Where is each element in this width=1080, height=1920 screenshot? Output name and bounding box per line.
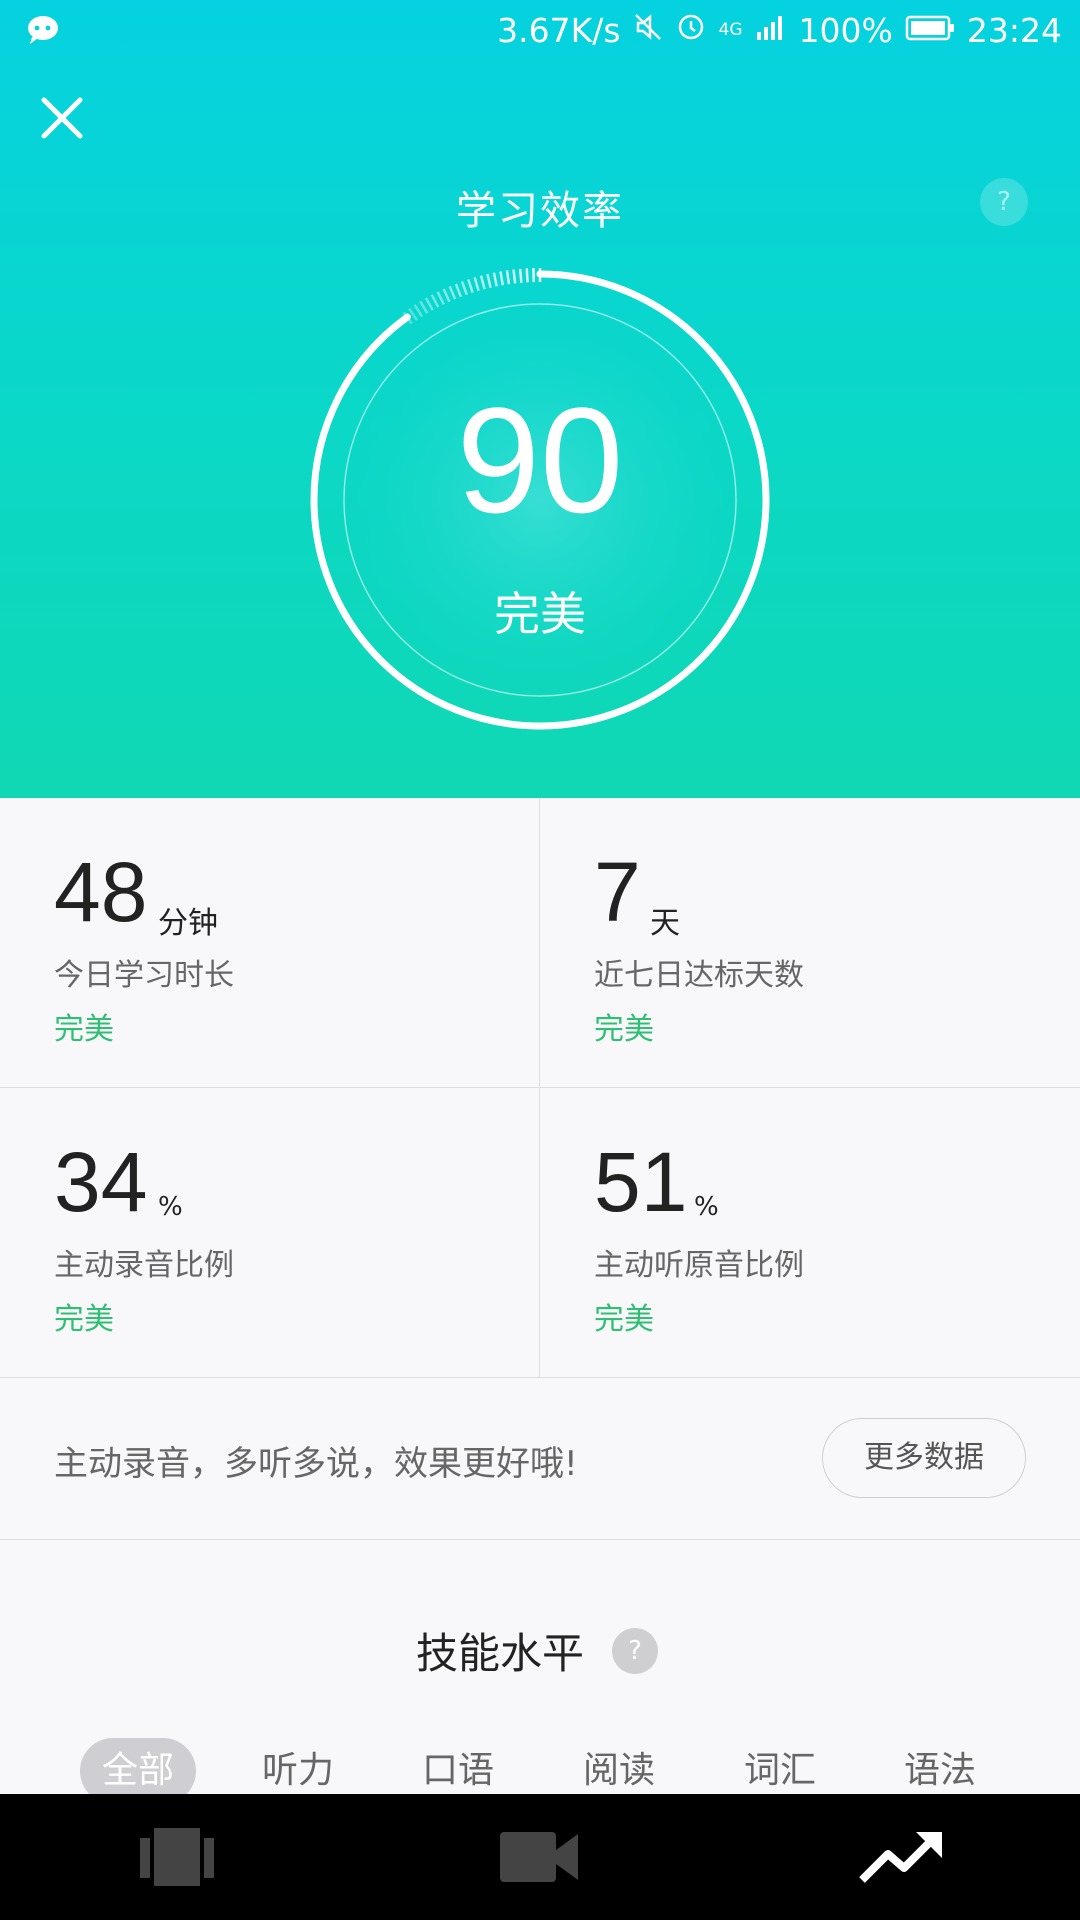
divider [0, 1539, 1080, 1540]
stat-rating: 完美 [54, 1302, 114, 1337]
alarm-icon [675, 10, 707, 50]
gauge-tick [492, 272, 498, 287]
wechat-icon [26, 14, 62, 53]
skills-help-icon[interactable]: ? [612, 1628, 658, 1674]
gauge-tick [419, 300, 429, 314]
stat-label: 今日学习时长 [54, 958, 234, 993]
stat-value: 51 [594, 1135, 688, 1229]
cards-icon[interactable] [134, 1824, 224, 1890]
video-icon[interactable] [496, 1824, 586, 1890]
stat-rating: 完美 [594, 1302, 654, 1337]
gauge-tick [525, 268, 529, 283]
tip-text: 主动录音，多听多说，效果更好哦! [54, 1444, 578, 1484]
gauge-tick [499, 271, 505, 286]
stat-rating: 完美 [594, 1012, 654, 1047]
stat-listen-ratio[interactable]: 51 % 主动听原音比例 完美 [540, 1088, 1080, 1378]
stat-study-time[interactable]: 48 分钟 今日学习时长 完美 [0, 798, 540, 1088]
stat-label: 近七日达标天数 [594, 958, 804, 993]
divider [539, 798, 540, 1378]
gauge-tick [424, 297, 434, 311]
more-data-button[interactable]: 更多数据 [822, 1418, 1026, 1498]
gauge-tick [442, 288, 451, 303]
network-type: 4G [718, 20, 743, 40]
stat-unit: 分钟 [158, 906, 218, 941]
efficiency-score: 90 [456, 376, 624, 544]
stat-unit: % [158, 1192, 183, 1222]
stat-value: 48 [54, 845, 148, 939]
status-bar: 3.67K/s 4G 100% 23:24 [0, 0, 1080, 64]
tip-row: 主动录音，多听多说，效果更好哦! 更多数据 [0, 1378, 1080, 1540]
network-speed: 3.67K/s [497, 10, 621, 50]
efficiency-help-icon[interactable]: ? [980, 178, 1028, 226]
trending-up-icon[interactable] [856, 1824, 946, 1890]
gauge-tick [448, 285, 457, 300]
gauge-tick [454, 283, 463, 298]
stat-label: 主动录音比例 [54, 1248, 234, 1283]
gauge-tick [436, 291, 445, 305]
close-icon[interactable] [36, 92, 88, 144]
battery-icon [905, 11, 955, 50]
battery-percent: 100% [798, 10, 893, 50]
stat-label: 主动听原音比例 [594, 1248, 804, 1283]
gauge-tick [512, 269, 517, 284]
stat-value: 34 [54, 1135, 148, 1229]
efficiency-header: 3.67K/s 4G 100% 23:24 学习效率 ? 90 完美 [0, 0, 1080, 798]
gauge-tick [460, 281, 468, 296]
stats-grid: 48 分钟 今日学习时长 完美 7 天 近七日达标天数 完美 34 % 主动录音… [0, 798, 1080, 1378]
efficiency-rating: 完美 [494, 587, 586, 641]
gauge-tick [473, 277, 480, 292]
bottom-nav [0, 1794, 1080, 1920]
divider [0, 1087, 1080, 1088]
gauge-tick [518, 268, 523, 283]
gauge-tick [505, 270, 511, 285]
stat-record-ratio[interactable]: 34 % 主动录音比例 完美 [0, 1088, 540, 1378]
gauge-tick [467, 278, 474, 294]
stat-rating: 完美 [54, 1012, 114, 1047]
stat-value: 7 [594, 845, 641, 939]
page-title: 学习效率 [456, 188, 624, 234]
signal-icon [755, 11, 787, 50]
skills-title: 技能水平 [415, 1629, 584, 1678]
clock: 23:24 [966, 10, 1062, 50]
gauge-tick [486, 273, 492, 288]
gauge-tick [430, 294, 440, 308]
stat-target-days[interactable]: 7 天 近七日达标天数 完美 [540, 798, 1080, 1088]
skill-tabs: 全部 听力 口语 阅读 词汇 语法 [0, 1738, 1080, 1804]
stat-unit: % [694, 1192, 719, 1222]
stat-unit: 天 [650, 906, 680, 941]
gauge-tick [479, 275, 486, 290]
gauge-tick [413, 304, 424, 318]
mute-icon [633, 11, 663, 50]
